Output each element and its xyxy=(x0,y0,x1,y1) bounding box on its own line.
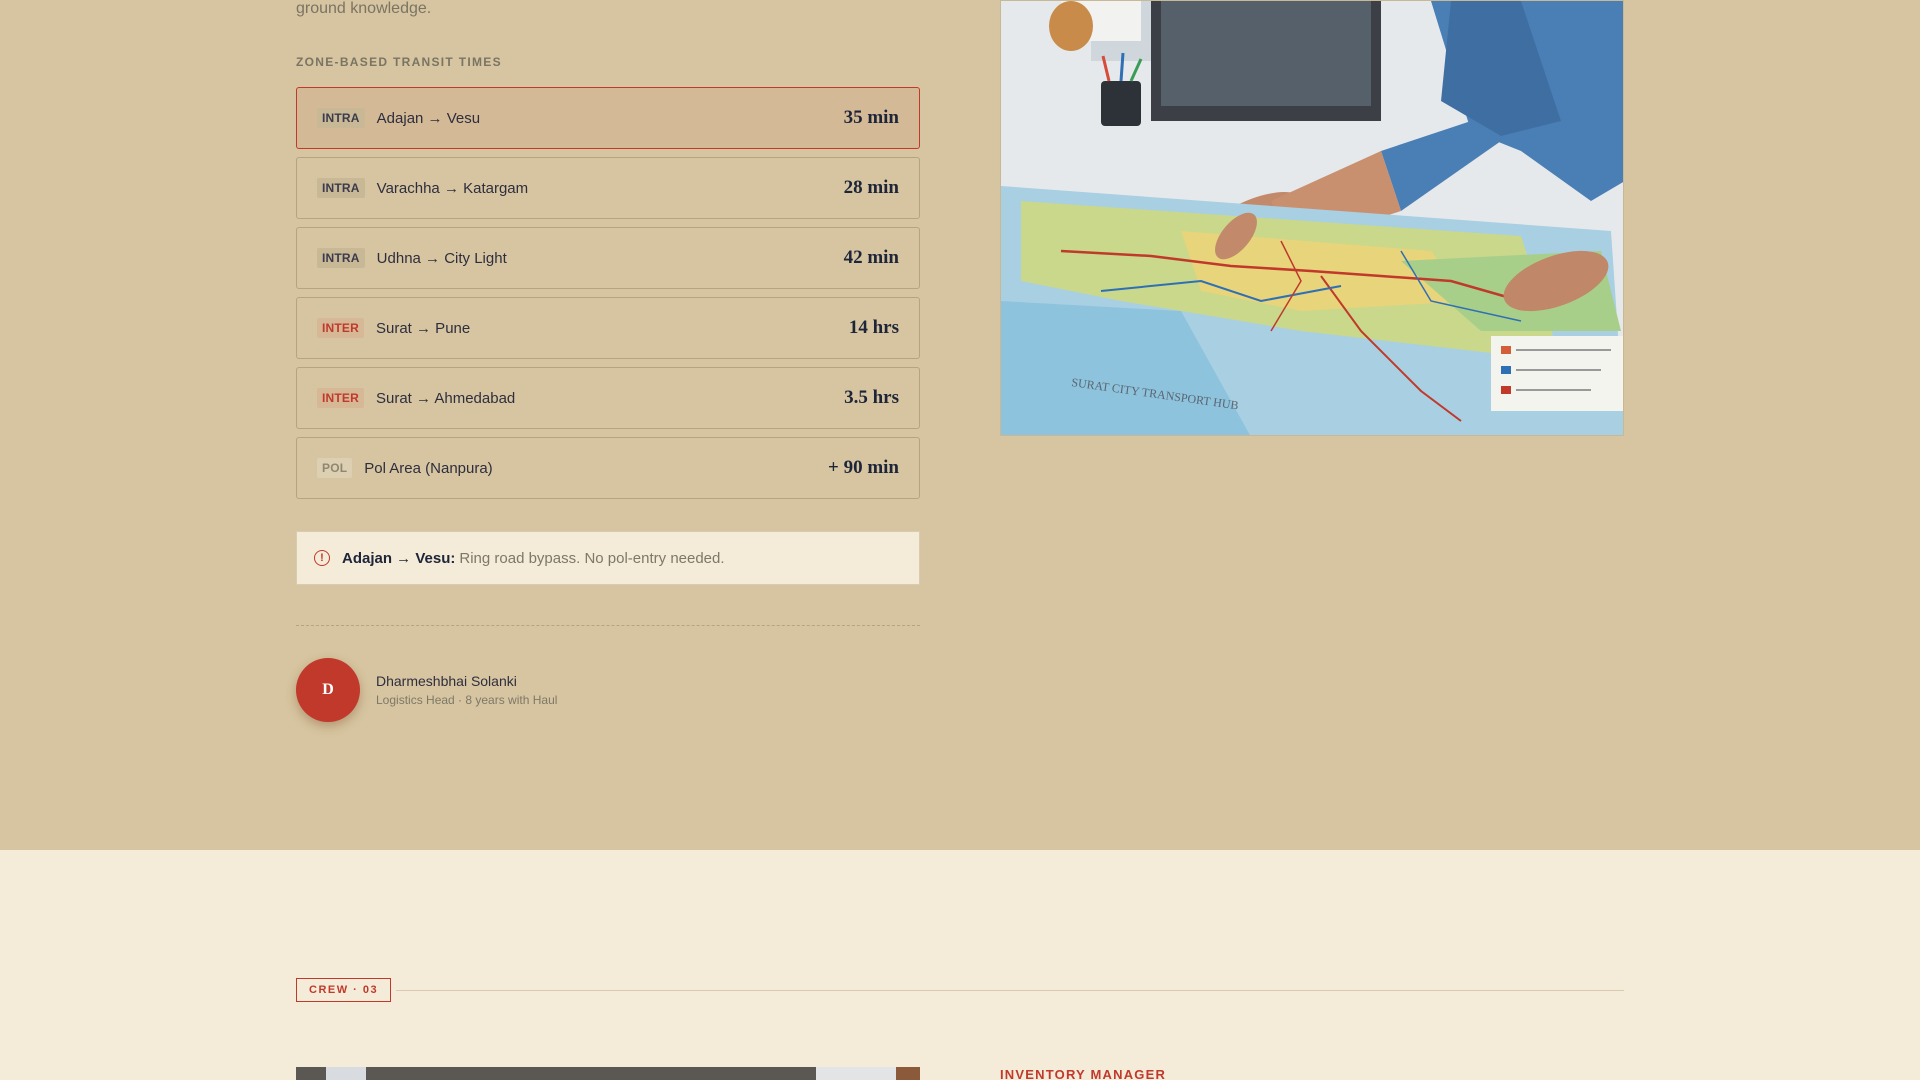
crew-divider xyxy=(396,990,1624,991)
route-name: Surat → Ahmedabad xyxy=(376,389,516,407)
crew-photo xyxy=(296,1067,920,1080)
alert-circle-icon: ! xyxy=(314,550,330,566)
route-row[interactable]: INTER Surat → Ahmedabad 3.5 hrs xyxy=(296,367,920,429)
crew-section: CREW · 03 INVENTORY MANAGER xyxy=(0,850,1920,1080)
crew-badge: CREW · 03 xyxy=(296,978,392,1002)
route-row[interactable]: INTRA Udhna → City Light 42 min xyxy=(296,227,920,289)
map-photo-illustration: SURAT CITY TRANSPORT HUB xyxy=(1001,1,1623,435)
author-role: Logistics Head · 8 years with Haul xyxy=(376,693,558,707)
section-label: ZONE-BASED TRANSIT TIMES xyxy=(296,55,502,69)
route-tag: INTER xyxy=(317,318,364,338)
avatar: D xyxy=(296,658,360,722)
section-divider xyxy=(296,625,920,626)
route-tag: INTRA xyxy=(317,108,365,128)
route-time: 14 hrs xyxy=(848,317,899,338)
route-tag: INTRA xyxy=(317,178,365,198)
route-row[interactable]: POL Pol Area (Nanpura) + 90 min xyxy=(296,437,920,499)
author-info: Dharmeshbhai Solanki Logistics Head · 8 … xyxy=(376,673,557,707)
route-notice: ! Adajan → Vesu: Ring road bypass. No po… xyxy=(296,531,920,585)
notice-route: Adajan → Vesu: xyxy=(342,549,456,567)
intro-text: ground knowledge. xyxy=(296,0,432,17)
route-tag: POL xyxy=(317,458,353,478)
route-time: 35 min xyxy=(843,107,899,128)
map-planning-photo: SURAT CITY TRANSPORT HUB xyxy=(1000,0,1624,436)
route-time: 3.5 hrs xyxy=(844,387,899,408)
route-name: Adajan → Vesu xyxy=(376,109,481,127)
route-row[interactable]: INTER Surat → Pune 14 hrs xyxy=(296,297,920,359)
route-tag: INTER xyxy=(317,388,364,408)
transit-section: ground knowledge. ZONE-BASED TRANSIT TIM… xyxy=(0,0,1920,850)
crew-role-label: INVENTORY MANAGER xyxy=(1000,1067,1167,1080)
author-card: D Dharmeshbhai Solanki Logistics Head · … xyxy=(296,658,557,722)
route-row[interactable]: INTRA Adajan → Vesu 35 min xyxy=(296,87,920,149)
route-name: Surat → Pune xyxy=(376,319,471,337)
route-name: Pol Area (Nanpura) xyxy=(364,459,493,477)
author-name: Dharmeshbhai Solanki xyxy=(376,673,517,689)
route-tag: INTRA xyxy=(317,248,365,268)
route-list: INTRA Adajan → Vesu 35 min INTRA Varachha → … xyxy=(296,87,920,507)
route-row[interactable]: INTRA Varachha → Katargam 28 min xyxy=(296,157,920,219)
route-time: + 90 min xyxy=(828,457,899,478)
route-time: 42 min xyxy=(843,247,899,268)
notice-text: Ring road bypass. No pol-entry needed. xyxy=(459,549,725,567)
route-time: 28 min xyxy=(843,177,899,198)
route-name: Udhna → City Light xyxy=(376,249,507,267)
route-name: Varachha → Katargam xyxy=(376,179,529,197)
